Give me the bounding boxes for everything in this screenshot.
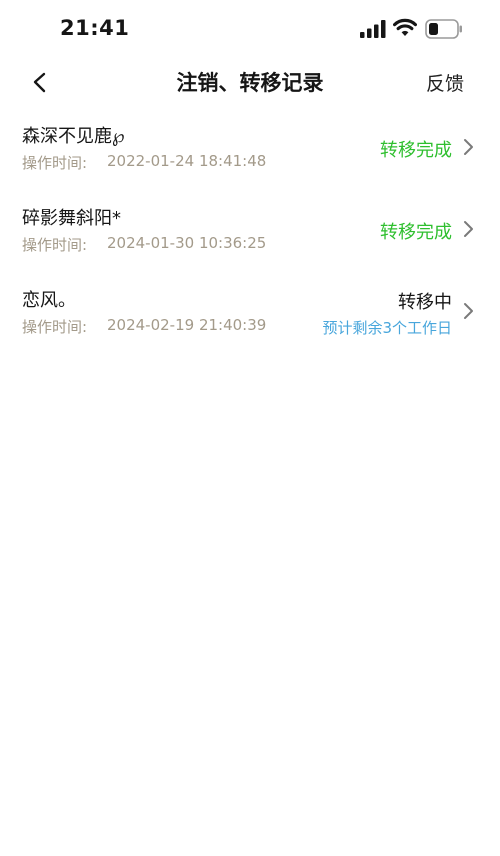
feedback-button[interactable]: 反馈	[426, 69, 464, 96]
nav-bar: 注销、转移记录 反馈	[0, 58, 500, 104]
chevron-right-icon	[464, 139, 473, 155]
account-name: 恋风。	[22, 290, 76, 311]
battery-icon	[425, 19, 462, 39]
list-item[interactable]: 森深不见鹿℘ 操作时间: 2022-01-24 18:41:48 转移完成	[0, 104, 500, 186]
chevron-right-icon	[464, 303, 473, 319]
list-item[interactable]: 恋风。 操作时间: 2024-02-19 21:40:39 转移中 预计剩余3个…	[0, 268, 500, 350]
status-badge: 转移完成	[380, 140, 452, 161]
operation-time-label: 操作时间:	[22, 318, 88, 336]
chevron-right-icon	[464, 221, 473, 237]
wifi-icon	[393, 18, 417, 36]
status-badge: 转移完成	[380, 222, 452, 243]
operation-time-value: 2024-02-19 21:40:39	[107, 316, 267, 334]
status-badge: 转移中	[398, 292, 452, 313]
operation-time-label: 操作时间:	[22, 236, 88, 254]
status-bar: 21:41	[0, 0, 500, 58]
remaining-days-hint: 预计剩余3个工作日	[322, 319, 452, 337]
signal-icon	[360, 20, 386, 38]
list-item[interactable]: 碎影舞斜阳* 操作时间: 2024-01-30 10:36:25 转移完成	[0, 186, 500, 268]
record-list: 森深不见鹿℘ 操作时间: 2022-01-24 18:41:48 转移完成 碎影…	[0, 104, 500, 350]
operation-time-value: 2024-01-30 10:36:25	[107, 234, 267, 252]
status-time: 21:41	[60, 16, 130, 40]
account-name: 碎影舞斜阳*	[22, 208, 121, 229]
operation-time-label: 操作时间:	[22, 154, 88, 172]
account-name: 森深不见鹿℘	[22, 126, 125, 147]
operation-time-value: 2022-01-24 18:41:48	[107, 152, 267, 170]
